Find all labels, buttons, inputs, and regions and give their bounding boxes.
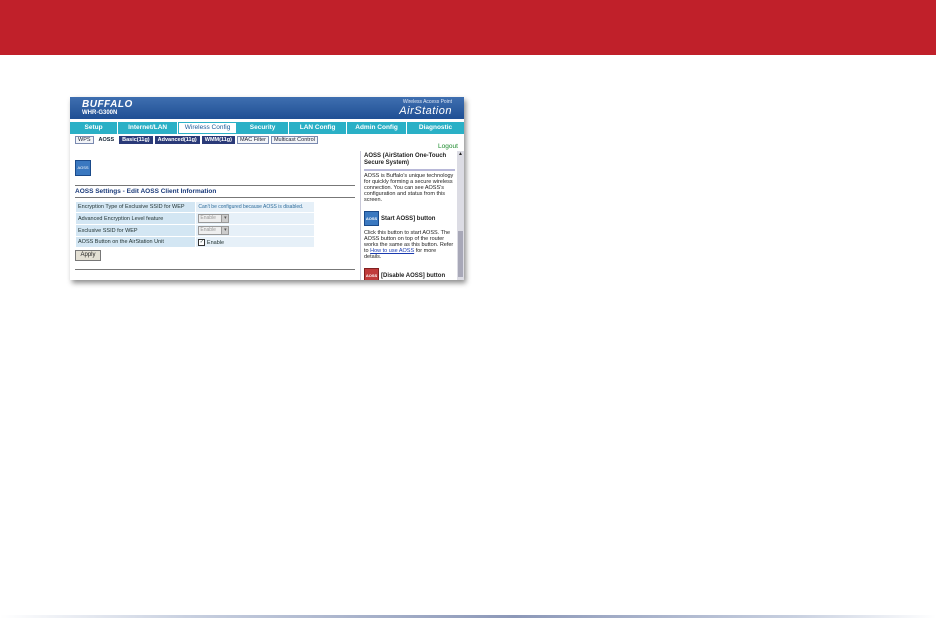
divider xyxy=(75,269,355,270)
sub-tab-bar: WPS AOSS Basic(11g) Advanced(11g) WMM(11… xyxy=(75,136,318,144)
scroll-thumb[interactable] xyxy=(458,231,463,277)
help-disable-aoss: AOSS [Disable AOSS] button xyxy=(364,268,455,280)
checkbox-label: Enable xyxy=(206,239,225,246)
table-row: AOSS Button on the AirStation Unit ✓ Ena… xyxy=(76,237,314,247)
subtab-aoss[interactable]: AOSS xyxy=(95,136,118,144)
help-panel: AOSS (AirStation One-Touch Secure System… xyxy=(360,151,458,280)
aoss-icon: AOSS xyxy=(75,160,91,176)
setting-label: AOSS Button on the AirStation Unit xyxy=(76,237,196,247)
divider xyxy=(75,185,355,186)
subtab-wps[interactable]: WPS xyxy=(75,136,94,144)
chevron-down-icon: ▾ xyxy=(221,215,229,222)
tab-internet-lan[interactable]: Internet/LAN xyxy=(118,122,179,134)
table-row: Exclusive SSID for WEP Enable ▾ xyxy=(76,225,314,236)
help-start-description: Click this button to start AOSS. The AOS… xyxy=(364,230,455,260)
scroll-up-icon[interactable]: ▲ xyxy=(457,151,464,157)
section-title: AOSS Settings - Edit AOSS Client Informa… xyxy=(75,188,217,195)
model-name: WHR-G300N xyxy=(82,110,118,116)
product-logo: AirStation xyxy=(399,105,452,117)
router-header: BUFFALO WHR-G300N Wireless Access Point … xyxy=(70,97,464,119)
tab-security[interactable]: Security xyxy=(237,122,290,134)
brand-logo: BUFFALO xyxy=(82,99,133,110)
chevron-down-icon: ▾ xyxy=(221,227,229,234)
table-row: Encryption Type of Exclusive SSID for WE… xyxy=(76,202,314,212)
subtab-multicast-control[interactable]: Multicast Control xyxy=(270,136,318,144)
help-start-label: Start AOSS] button xyxy=(381,215,436,222)
select-value: Enable xyxy=(200,227,216,233)
setting-label: Advanced Encryption Level feature xyxy=(76,213,196,224)
table-row: Advanced Encryption Level feature Enable… xyxy=(76,213,314,224)
settings-table: Encryption Type of Exclusive SSID for WE… xyxy=(75,201,315,248)
aoss-button-checkbox[interactable]: ✓ xyxy=(198,238,206,246)
help-scrollbar[interactable]: ▲ xyxy=(457,151,464,280)
help-disable-label: [Disable AOSS] button xyxy=(381,272,446,279)
select-value: Enable xyxy=(200,215,216,221)
help-title: AOSS (AirStation One-Touch Secure System… xyxy=(364,153,447,166)
setting-label: Exclusive SSID for WEP xyxy=(76,225,196,236)
tab-wireless-config[interactable]: Wireless Config xyxy=(178,122,238,134)
tab-lan-config[interactable]: LAN Config xyxy=(289,122,348,134)
aoss-disable-icon: AOSS xyxy=(364,268,379,280)
router-admin-screenshot: BUFFALO WHR-G300N Wireless Access Point … xyxy=(70,97,464,280)
help-divider xyxy=(364,169,455,171)
main-tab-bar: Setup Internet/LAN Wireless Config Secur… xyxy=(70,122,464,134)
apply-button[interactable]: Apply xyxy=(75,250,101,261)
bottom-divider xyxy=(0,615,936,618)
tab-setup[interactable]: Setup xyxy=(70,122,119,134)
help-start-aoss: AOSS Start AOSS] button xyxy=(364,211,455,226)
setting-value: Enable ▾ xyxy=(196,225,314,236)
divider xyxy=(75,197,355,198)
setting-label: Encryption Type of Exclusive SSID for WE… xyxy=(76,202,196,212)
tab-admin-config[interactable]: Admin Config xyxy=(347,122,408,134)
subtab-mac-filter[interactable]: MAC Filter xyxy=(236,136,269,144)
setting-value: ✓ Enable xyxy=(196,237,314,247)
tab-diagnostic[interactable]: Diagnostic xyxy=(407,122,464,134)
subtab-wmm[interactable]: WMM(11g) xyxy=(201,136,235,144)
top-banner-bar xyxy=(0,0,936,55)
encryption-level-select[interactable]: Enable ▾ xyxy=(198,214,230,223)
help-description: AOSS is Buffalo's unique technology for … xyxy=(364,173,454,203)
subtab-advanced[interactable]: Advanced(11g) xyxy=(154,136,200,144)
setting-value: Enable ▾ xyxy=(196,213,314,224)
disabled-note: Can't be configured because AOSS is disa… xyxy=(198,204,304,210)
setting-value: Can't be configured because AOSS is disa… xyxy=(196,202,314,212)
logout-link[interactable]: Logout xyxy=(438,143,458,150)
aoss-start-icon: AOSS xyxy=(364,211,379,226)
subtab-basic[interactable]: Basic(11g) xyxy=(119,136,153,144)
exclusive-ssid-select[interactable]: Enable ▾ xyxy=(198,226,230,235)
